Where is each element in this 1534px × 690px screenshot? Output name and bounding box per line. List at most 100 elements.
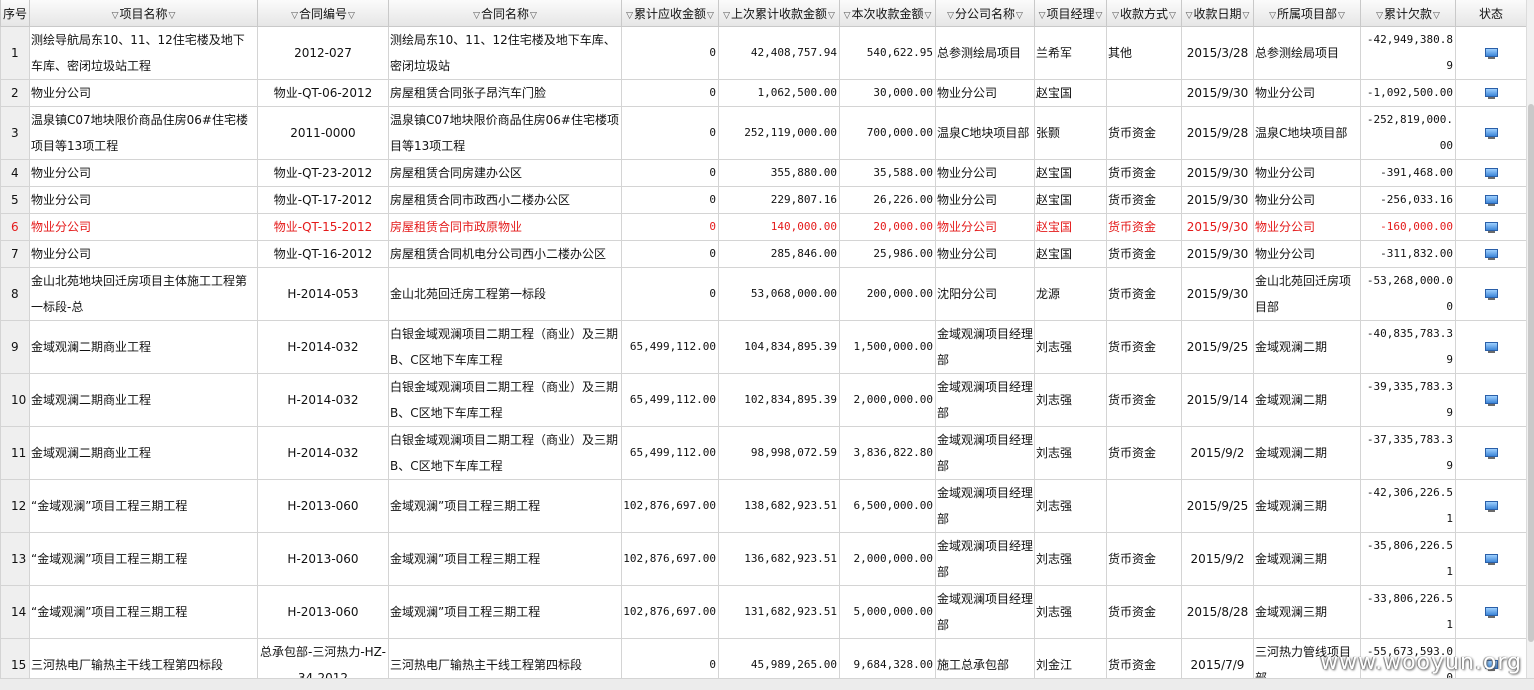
- cell-status: [1455, 585, 1526, 639]
- cell-date: 2015/9/30: [1181, 240, 1254, 268]
- cell-seq: 15: [0, 638, 30, 678]
- column-header-1[interactable]: ▽项目名称▽: [29, 0, 258, 27]
- cell-contract-no: H-2013-060: [257, 479, 389, 533]
- table-row[interactable]: 10 金域观澜二期商业工程 H-2014-032 白银金域观澜项目二期工程（商业）及三…: [0, 373, 1526, 427]
- column-header-12[interactable]: ▽累计欠款▽: [1360, 0, 1456, 27]
- cell-branch: 总参测绘局项目: [935, 26, 1035, 80]
- cell-last-total: 98,998,072.59: [718, 426, 840, 480]
- cell-status: [1455, 479, 1526, 533]
- cell-arrears: -160,000.00: [1360, 213, 1456, 241]
- column-header-9[interactable]: ▽收款方式▽: [1106, 0, 1182, 27]
- monitor-icon[interactable]: [1484, 167, 1498, 180]
- table-body: 1 测绘导航局东10、11、12住宅楼及地下车库、密闭垃圾站工程 2012-027 测…: [0, 26, 1526, 678]
- cell-current: 540,622.95: [839, 26, 936, 80]
- sort-arrow-icon: ▽: [1038, 10, 1046, 21]
- column-header-8[interactable]: ▽项目经理▽: [1034, 0, 1107, 27]
- column-header-label: 累计欠款: [1383, 6, 1432, 21]
- monitor-icon[interactable]: [1484, 500, 1498, 513]
- cell-arrears: -391,468.00: [1360, 159, 1456, 187]
- monitor-icon[interactable]: [1484, 87, 1498, 100]
- monitor-icon[interactable]: [1484, 606, 1498, 619]
- column-header-2[interactable]: ▽合同编号▽: [257, 0, 389, 27]
- cell-project: 测绘导航局东10、11、12住宅楼及地下车库、密闭垃圾站工程: [29, 26, 258, 80]
- monitor-icon[interactable]: [1484, 248, 1498, 261]
- sort-arrow-icon: ▽: [1185, 10, 1193, 21]
- table-row[interactable]: 8 金山北苑地块回迁房项目主体施工工程第一标段-总 H-2014-053 金山北苑回迁…: [0, 267, 1526, 321]
- column-header-5[interactable]: ▽上次累计收款金额▽: [718, 0, 840, 27]
- monitor-icon[interactable]: [1484, 288, 1498, 301]
- monitor-icon[interactable]: [1484, 447, 1498, 460]
- monitor-icon[interactable]: [1484, 47, 1498, 60]
- table-row[interactable]: 9 金域观澜二期商业工程 H-2014-032 白银金域观澜项目二期工程（商业）及三期…: [0, 320, 1526, 374]
- column-header-11[interactable]: ▽所属项目部▽: [1253, 0, 1361, 27]
- monitor-icon[interactable]: [1484, 127, 1498, 140]
- horizontal-scrollbar[interactable]: [0, 678, 1534, 690]
- cell-dept: 物业分公司: [1253, 240, 1361, 268]
- cell-dept: 金域观澜三期: [1253, 585, 1361, 639]
- cell-receivable: 0: [621, 106, 719, 160]
- cell-receivable: 0: [621, 213, 719, 241]
- column-header-label: 上次累计收款金额: [730, 6, 827, 21]
- cell-contract-no: H-2014-053: [257, 267, 389, 321]
- watermark: www.wooyun.org: [1320, 650, 1522, 675]
- table-row[interactable]: 15 三河热电厂输热主干线工程第四标段 总承包部-三河热力-HZ-34-2012 三河…: [0, 638, 1526, 678]
- table-row[interactable]: 14 “金域观澜”项目工程三期工程 H-2013-060 金域观澜”项目工程三期工程 1…: [0, 585, 1526, 639]
- table-row[interactable]: 4 物业分公司 物业-QT-23-2012 房屋租赁合同房建办公区 0 355,880.0…: [0, 159, 1526, 187]
- cell-date: 2015/9/30: [1181, 79, 1254, 107]
- table-row[interactable]: 7 物业分公司 物业-QT-16-2012 房屋租赁合同机电分公司西小二楼办公区 0 28…: [0, 240, 1526, 268]
- cell-current: 26,226.00: [839, 186, 936, 214]
- table-row[interactable]: 5 物业分公司 物业-QT-17-2012 房屋租赁合同市政西小二楼办公区 0 229,8…: [0, 186, 1526, 214]
- column-header-10[interactable]: ▽收款日期▽: [1181, 0, 1254, 27]
- cell-status: [1455, 240, 1526, 268]
- sort-arrow-icon: ▽: [947, 10, 954, 21]
- cell-project: 物业分公司: [29, 213, 258, 241]
- column-header-6[interactable]: ▽本次收款金额▽: [839, 0, 936, 27]
- cell-seq: 13: [0, 532, 30, 586]
- cell-date: 2015/9/25: [1181, 479, 1254, 533]
- cell-branch: 金域观澜项目经理部: [935, 320, 1035, 374]
- table-row[interactable]: 3 温泉镇C07地块限价商品住房06#住宅楼项目等13项工程 2011-0000 温泉…: [0, 106, 1526, 160]
- cell-status: [1455, 79, 1526, 107]
- table-row[interactable]: 1 测绘导航局东10、11、12住宅楼及地下车库、密闭垃圾站工程 2012-027 测…: [0, 26, 1526, 80]
- column-header-label: 合同编号: [298, 6, 347, 21]
- monitor-icon[interactable]: [1484, 221, 1498, 234]
- cell-project: 金域观澜二期商业工程: [29, 426, 258, 480]
- cell-current: 20,000.00: [839, 213, 936, 241]
- cell-manager: 刘金江: [1034, 638, 1107, 678]
- cell-contract-name: 金域观澜”项目工程三期工程: [388, 585, 622, 639]
- cell-dept: 金域观澜三期: [1253, 479, 1361, 533]
- cell-current: 2,000,000.00: [839, 373, 936, 427]
- cell-arrears: -311,832.00: [1360, 240, 1456, 268]
- monitor-icon[interactable]: [1484, 341, 1498, 354]
- vertical-scrollbar[interactable]: [1526, 0, 1534, 678]
- sort-arrow-icon: ▽: [168, 10, 176, 21]
- cell-project: “金域观澜”项目工程三期工程: [29, 532, 258, 586]
- cell-receivable: 102,876,697.00: [621, 585, 719, 639]
- cell-dept: 总参测绘局项目: [1253, 26, 1361, 80]
- sort-arrow-icon: ▽: [1169, 10, 1176, 21]
- column-header-3[interactable]: ▽合同名称▽: [388, 0, 622, 27]
- cell-current: 2,000,000.00: [839, 532, 936, 586]
- column-header-7[interactable]: ▽分公司名称▽: [935, 0, 1035, 27]
- cell-seq: 14: [0, 585, 30, 639]
- cell-seq: 2: [0, 79, 30, 107]
- column-header-4[interactable]: ▽累计应收金额▽: [621, 0, 719, 27]
- cell-seq: 3: [0, 106, 30, 160]
- sort-arrow-icon: ▽: [348, 10, 355, 21]
- cell-branch: 金域观澜项目经理部: [935, 373, 1035, 427]
- table-row[interactable]: 12 “金域观澜”项目工程三期工程 H-2013-060 金域观澜”项目工程三期工程 1…: [0, 479, 1526, 533]
- cell-method: [1106, 479, 1182, 533]
- table-row[interactable]: 6 物业分公司 物业-QT-15-2012 房屋租赁合同市政原物业 0 140,000.0…: [0, 213, 1526, 241]
- column-header-label: 项目经理: [1046, 6, 1095, 21]
- table-row[interactable]: 2 物业分公司 物业-QT-06-2012 房屋租赁合同张子昂汽车门脸 0 1,062,5…: [0, 79, 1526, 107]
- table-row[interactable]: 11 金域观澜二期商业工程 H-2014-032 白银金域观澜项目二期工程（商业）及三…: [0, 426, 1526, 480]
- cell-date: 2015/9/30: [1181, 159, 1254, 187]
- cell-manager: 刘志强: [1034, 373, 1107, 427]
- monitor-icon[interactable]: [1484, 194, 1498, 207]
- monitor-icon[interactable]: [1484, 394, 1498, 407]
- scrollbar-thumb[interactable]: [1528, 104, 1534, 642]
- monitor-icon[interactable]: [1484, 553, 1498, 566]
- cell-contract-no: 物业-QT-16-2012: [257, 240, 389, 268]
- cell-status: [1455, 373, 1526, 427]
- table-row[interactable]: 13 “金域观澜”项目工程三期工程 H-2013-060 金域观澜”项目工程三期工程 1…: [0, 532, 1526, 586]
